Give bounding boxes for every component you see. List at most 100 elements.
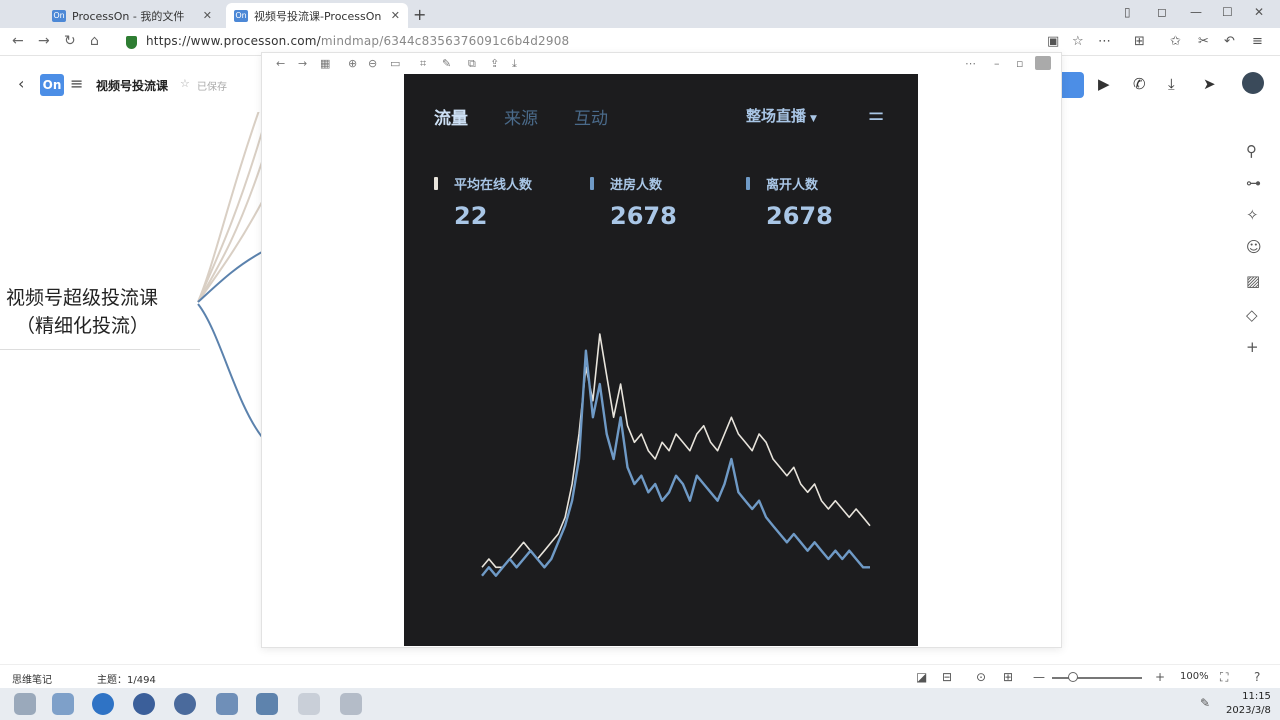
stat-value: 2678 [610, 202, 677, 230]
minimize-icon[interactable]: — [1190, 5, 1202, 19]
series-line-0 [481, 333, 871, 569]
root-topic-title[interactable]: 视频号超级投流课 [6, 283, 158, 310]
zoom-slider-handle[interactable] [1068, 672, 1078, 682]
url-field[interactable]: https://www.processon.com/mindmap/6344c8… [146, 34, 569, 48]
reload-icon[interactable]: ↻ [64, 33, 76, 49]
image-icon[interactable]: ▨ [1246, 272, 1260, 290]
browser-tab-my-files[interactable]: On ProcessOn - 我的文件 ✕ [44, 3, 220, 28]
theme-icon[interactable]: ◪ [916, 670, 927, 684]
avatar[interactable] [1242, 72, 1264, 94]
filter-sliders-icon[interactable]: ⚌ [868, 104, 884, 125]
map-icon[interactable]: ⊞ [1003, 670, 1013, 684]
structure-icon[interactable]: ⊶ [1246, 174, 1261, 192]
arrow-right-icon[interactable]: → [298, 57, 307, 70]
clock-date: 2023/3/8 [1226, 705, 1271, 716]
help-icon[interactable]: ? [1254, 670, 1260, 684]
close-icon[interactable]: ✕ [391, 9, 400, 22]
start-icon[interactable] [14, 693, 36, 715]
share-icon[interactable]: ⇪ [490, 57, 499, 70]
fit-icon[interactable]: ▭ [390, 57, 400, 70]
download-icon[interactable]: ⤓ [1168, 75, 1175, 93]
series-line-1 [481, 349, 870, 577]
mode-dropdown[interactable]: 整场直播 ▼ [746, 105, 817, 126]
minimize-icon[interactable]: – [994, 57, 1000, 70]
browser-tab-active[interactable]: On 视频号投流课-ProcessOn ✕ [226, 3, 408, 28]
menu-icon[interactable]: ≡ [1252, 34, 1263, 49]
document-title[interactable]: 视频号投流课 [96, 77, 168, 94]
connect-icon[interactable]: ⚲ [1246, 142, 1257, 160]
maximize-icon[interactable]: ☐ [1222, 5, 1233, 19]
send-icon[interactable]: ➤ [1203, 75, 1216, 93]
reading-icon[interactable]: ▣ [1047, 34, 1059, 49]
close-viewer-button[interactable] [1035, 56, 1051, 70]
pen-icon[interactable]: ✎ [1200, 696, 1210, 710]
restore-icon[interactable]: ▫ [1016, 57, 1023, 70]
zoom-out-icon[interactable]: — [1033, 670, 1045, 684]
back-icon[interactable]: ← [12, 33, 24, 49]
zoom-in-icon[interactable]: + [1155, 670, 1165, 684]
copy-icon[interactable]: ⧉ [468, 57, 476, 71]
forward-icon[interactable]: → [38, 33, 50, 49]
apps-icon[interactable]: ⊞ [1134, 34, 1145, 49]
locate-icon[interactable]: ⊙ [976, 670, 986, 684]
grid-icon[interactable]: ▦ [320, 57, 330, 70]
favorite-star-icon[interactable]: ☆ [1072, 34, 1084, 49]
app-icon[interactable] [340, 693, 362, 715]
file-explorer-icon[interactable] [52, 693, 74, 715]
chevron-left-icon[interactable]: ‹ [18, 74, 24, 93]
root-topic-subtitle[interactable]: （精细化投流） [16, 311, 149, 338]
zoom-slider[interactable] [1052, 672, 1142, 682]
tab-source[interactable]: 来源 [504, 104, 538, 129]
download-icon[interactable]: ⤓ [512, 57, 517, 71]
present-icon[interactable]: ▶ [1098, 75, 1110, 93]
new-tab-button[interactable]: + [413, 5, 426, 24]
processon-logo[interactable]: On [40, 74, 64, 96]
processon-favicon: On [234, 9, 248, 22]
arrow-left-icon[interactable]: ← [276, 57, 285, 70]
more-icon[interactable]: ⋯ [1098, 34, 1111, 49]
mind-notes-toggle[interactable]: 思维笔记 [12, 671, 52, 686]
more-icon[interactable]: ⋯ [965, 57, 976, 70]
undo-icon[interactable]: ↶ [1224, 34, 1235, 49]
security-shield-icon[interactable] [126, 36, 137, 49]
tag-icon[interactable]: ◇ [1246, 306, 1258, 324]
app-icon[interactable] [133, 693, 155, 715]
fullscreen-icon[interactable]: ⛶ [1220, 670, 1228, 685]
scissors-icon[interactable]: ✂ [1198, 34, 1209, 49]
close-icon[interactable]: ✕ [203, 9, 212, 22]
topic-count: 主题：1/494 [97, 675, 156, 686]
layout-icon[interactable]: ⊟ [942, 670, 952, 684]
close-window-icon[interactable]: ✕ [1254, 5, 1264, 19]
edit-icon[interactable]: ✎ [442, 57, 451, 70]
status-bar: 思维笔记 主题：1/494 ◪ ⊟ ⊙ ⊞ — + 100% ⛶ ? [0, 664, 1280, 688]
stat-label: 进房人数 [610, 178, 663, 193]
mindmap-branches [197, 112, 263, 438]
zoom-in-icon[interactable]: ⊕ [348, 57, 357, 70]
zoom-level[interactable]: 100% [1180, 671, 1209, 682]
crop-icon[interactable]: ⌗ [420, 57, 426, 71]
app-icon[interactable] [174, 693, 196, 715]
system-clock[interactable]: 11:15 2023/3/8 [1226, 690, 1271, 718]
home-icon[interactable]: ⌂ [90, 33, 99, 49]
tab-traffic[interactable]: 流量 [434, 104, 468, 129]
star-icon[interactable]: ☆ [180, 77, 190, 90]
edge-browser-icon[interactable] [92, 693, 114, 715]
stat-label: 离开人数 [766, 178, 819, 193]
favorites-icon[interactable]: ✩ [1170, 34, 1181, 49]
hamburger-icon[interactable]: ≡ [70, 74, 83, 93]
app-icon[interactable] [256, 693, 278, 715]
sparkle-icon[interactable]: ✧ [1246, 206, 1259, 224]
legend-swatch [590, 177, 594, 190]
collections-icon[interactable]: ▯ [1124, 5, 1131, 19]
tab-interaction[interactable]: 互动 [574, 104, 608, 129]
app-icon[interactable] [298, 693, 320, 715]
zoom-out-icon[interactable]: ⊖ [368, 57, 377, 70]
emoji-icon[interactable]: ☺ [1246, 238, 1262, 256]
app-icon[interactable] [216, 693, 238, 715]
shirt-icon[interactable]: ◻ [1157, 5, 1167, 19]
live-dashboard-image: 流量 来源 互动 整场直播 ▼ ⚌ 平均在线人数 22 进房人数 2678 离开人… [404, 74, 918, 646]
phone-icon[interactable]: ✆ [1133, 75, 1146, 93]
branch-line [197, 201, 263, 303]
plus-icon[interactable]: + [1246, 338, 1259, 356]
caret-down-icon: ▼ [810, 114, 817, 124]
